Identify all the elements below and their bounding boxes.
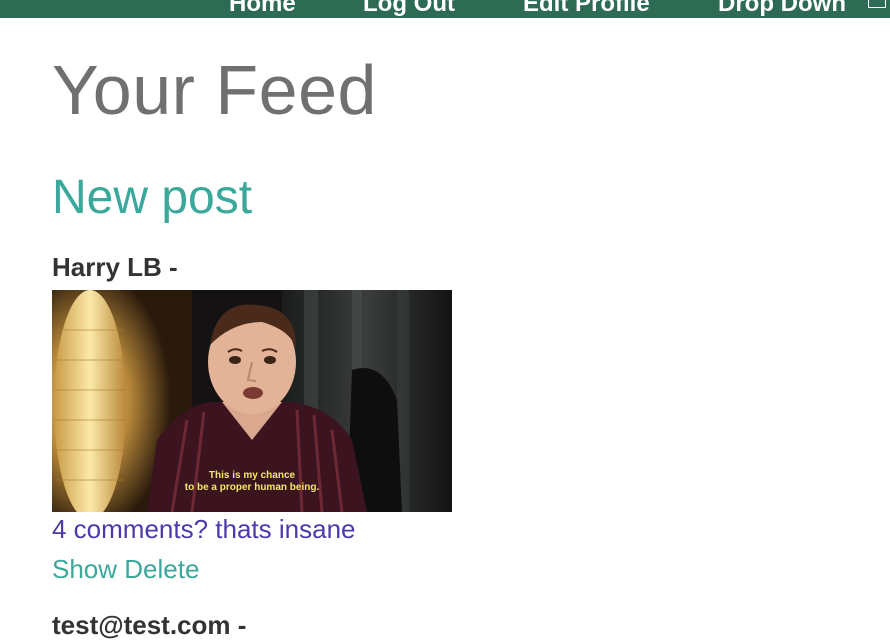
post-caption-link[interactable]: 4 comments? thats insane (52, 514, 356, 545)
top-navbar: Home Log Out Edit Profile Drop Down (0, 0, 890, 18)
dropdown-caret-icon[interactable] (868, 0, 886, 8)
show-button[interactable]: Show (52, 554, 117, 584)
image-subtitle-line-1: This is my chance (209, 470, 296, 481)
post-author: test@test.com - (52, 610, 247, 640)
nav-home-link[interactable]: Home (229, 0, 296, 18)
nav-drop-down-link[interactable]: Drop Down (718, 0, 846, 18)
nav-edit-profile-link[interactable]: Edit Profile (523, 0, 650, 18)
post-image[interactable]: This is my chance to be a proper human b… (52, 290, 452, 512)
post-author: Harry LB - (52, 252, 178, 282)
new-post-link[interactable]: New post (52, 170, 252, 225)
nav-logout-link[interactable]: Log Out (363, 0, 455, 18)
post-actions: Show Delete (52, 554, 199, 585)
page-title: Your Feed (52, 51, 377, 129)
image-subtitle-line-2: to be a proper human being. (185, 482, 320, 493)
delete-button[interactable]: Delete (124, 554, 199, 584)
